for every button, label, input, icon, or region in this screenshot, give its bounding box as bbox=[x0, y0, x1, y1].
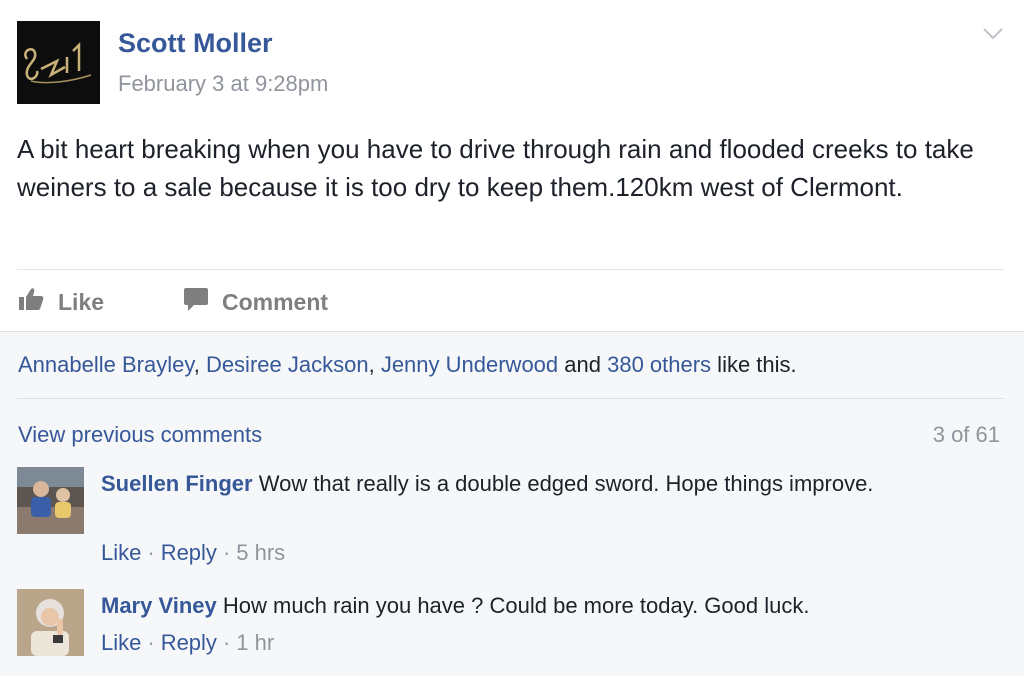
comment-text: How much rain you have ? Could be more t… bbox=[222, 593, 810, 618]
likes-others-link[interactable]: 380 others bbox=[607, 352, 711, 377]
likes-suffix: like this. bbox=[711, 352, 797, 377]
liker-name[interactable]: Desiree Jackson bbox=[206, 352, 369, 377]
comment-button[interactable]: Comment bbox=[183, 285, 328, 319]
separator-dot: · bbox=[222, 630, 231, 655]
comments-pager: 3 of 61 bbox=[932, 422, 1000, 447]
commenter-avatar[interactable] bbox=[17, 589, 84, 656]
like-label: Like bbox=[58, 288, 105, 315]
comment-like-link[interactable]: Like bbox=[101, 630, 141, 655]
divider bbox=[17, 398, 1004, 399]
author-avatar[interactable] bbox=[17, 21, 100, 104]
commenter-name[interactable]: Suellen Finger bbox=[101, 471, 253, 496]
separator-dot: · bbox=[147, 630, 155, 655]
comment-bubble-icon bbox=[183, 285, 209, 319]
comment-time[interactable]: 1 hr bbox=[236, 630, 274, 655]
post-timestamp[interactable]: February 3 at 9:28pm bbox=[118, 71, 328, 97]
likes-separator: , bbox=[368, 352, 381, 377]
comment-actions: Like · Reply · 1 hr bbox=[101, 630, 274, 656]
separator-dot: · bbox=[147, 540, 155, 565]
comment-reply-link[interactable]: Reply bbox=[161, 540, 217, 565]
view-previous-comments-link[interactable]: View previous comments bbox=[18, 422, 262, 448]
thumbs-up-icon bbox=[17, 285, 45, 319]
post-text: A bit heart breaking when you have to dr… bbox=[17, 134, 974, 202]
divider bbox=[17, 269, 1004, 270]
separator-dot: · bbox=[222, 540, 231, 565]
likes-summary: Annabelle Brayley, Desiree Jackson, Jenn… bbox=[18, 352, 797, 378]
comment-label: Comment bbox=[222, 288, 329, 315]
likes-separator: , bbox=[193, 352, 206, 377]
comments-section bbox=[0, 331, 1024, 676]
commenter-name[interactable]: Mary Viney bbox=[101, 593, 217, 618]
comment-like-link[interactable]: Like bbox=[101, 540, 141, 565]
comment-reply-link[interactable]: Reply bbox=[161, 630, 217, 655]
comment-time[interactable]: 5 hrs bbox=[236, 540, 285, 565]
likes-and: and bbox=[558, 352, 608, 377]
comment-text: Wow that really is a double edged sword.… bbox=[258, 471, 874, 496]
commenter-avatar[interactable] bbox=[17, 467, 84, 534]
liker-name[interactable]: Jenny Underwood bbox=[381, 352, 558, 377]
liker-name[interactable]: Annabelle Brayley bbox=[18, 352, 194, 377]
like-button[interactable]: Like bbox=[17, 285, 104, 319]
comment-actions: Like · Reply · 5 hrs bbox=[101, 540, 285, 566]
chevron-down-icon[interactable] bbox=[980, 24, 1006, 44]
post-author-name[interactable]: Scott Moller bbox=[118, 28, 273, 59]
post-card: Scott Moller February 3 at 9:28pm A bit … bbox=[0, 0, 1024, 331]
